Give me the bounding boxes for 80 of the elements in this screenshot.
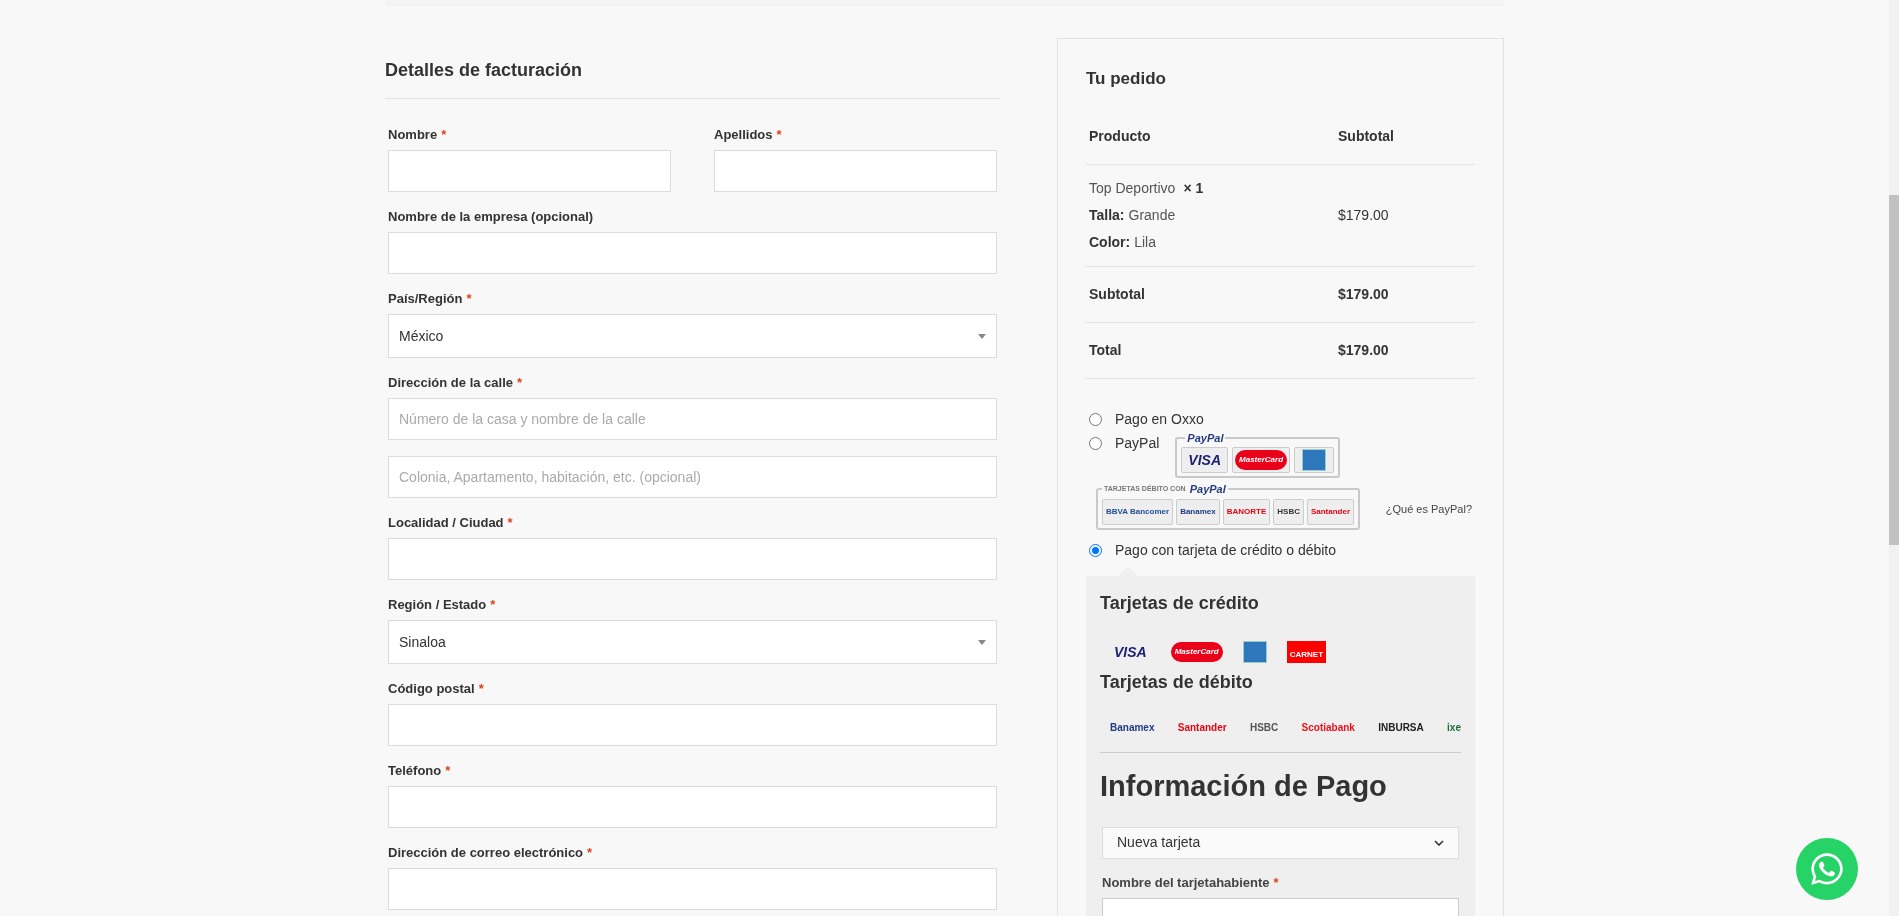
saved-card-select[interactable]: Nueva tarjeta <box>1102 826 1459 859</box>
field-label: Nombre del tarjetahabiente <box>1102 873 1270 892</box>
field-label: País/Región <box>388 290 463 309</box>
required-mark: * <box>490 596 496 615</box>
field-label: Teléfono <box>388 762 442 781</box>
product-name: Top Deportivo <box>1089 179 1176 198</box>
payment-info-title: Información de Pago <box>1100 769 1388 804</box>
field-label: Localidad / Ciudad <box>388 514 504 533</box>
field-label: Código postal <box>388 680 475 699</box>
bank-logo: INBURSA <box>1378 720 1424 735</box>
what-is-paypal-link[interactable]: ¿Qué es PayPal? <box>1385 500 1472 518</box>
column-header: Subtotal <box>1338 127 1394 146</box>
input-field[interactable] <box>388 232 997 274</box>
bank-logo: HSBC <box>1273 499 1304 525</box>
bank-logo: BBVA Bancomer <box>1102 499 1174 525</box>
field-label: Dirección de correo electrónico <box>388 844 584 863</box>
total-label: Subtotal <box>1089 285 1146 304</box>
bank-logo: ixe <box>1447 720 1461 735</box>
bank-logo: Scotiabank <box>1301 720 1355 735</box>
visa-logo: VISA <box>1187 450 1223 470</box>
required-mark: * <box>466 290 472 309</box>
bank-logo: Banamex <box>1110 720 1155 735</box>
required-mark: * <box>776 126 782 145</box>
bank-logo: Banamex <box>1176 499 1220 525</box>
column-header: Producto <box>1089 127 1152 146</box>
payment-method-label[interactable]: Pago con tarjeta de crédito o débito <box>1115 539 1337 561</box>
order-title: Tu pedido <box>1086 69 1167 89</box>
required-mark: * <box>1273 873 1279 892</box>
chevron-down-icon <box>1434 839 1444 846</box>
field-label: Dirección de la calle <box>388 374 513 393</box>
attribute-value: Lila <box>1134 233 1156 252</box>
visa-logo: VISA <box>1113 642 1148 662</box>
amex-logo <box>1302 449 1327 471</box>
attribute-value: Grande <box>1128 206 1176 225</box>
radio-button[interactable] <box>1089 412 1102 426</box>
bank-logo: HSBC <box>1249 720 1279 735</box>
input-field[interactable] <box>388 786 997 828</box>
required-mark: * <box>445 762 451 781</box>
mastercard-logo: MasterCard <box>1170 642 1223 662</box>
section-title: Detalles de facturación <box>385 58 584 82</box>
total-label: Total <box>1089 341 1123 360</box>
bank-logo: Santander <box>1306 499 1355 525</box>
required-mark: * <box>587 844 593 863</box>
mastercard-logo: MasterCard <box>1235 450 1288 470</box>
total-value: $179.00 <box>1338 285 1389 304</box>
input-field[interactable] <box>388 868 997 910</box>
bank-logo: Santander <box>1177 720 1227 735</box>
field-label: Región / Estado <box>388 596 487 615</box>
product-subtotal: $179.00 <box>1338 206 1389 225</box>
input-field[interactable] <box>388 150 671 192</box>
debit-cards-title: Tarjetas de débito <box>1100 671 1254 694</box>
required-mark: * <box>441 126 447 145</box>
scrollbar[interactable] <box>1889 0 1899 916</box>
carnet-logo: CARNET <box>1286 641 1327 663</box>
dropdown-caret-icon <box>978 639 986 645</box>
required-mark: * <box>478 680 484 699</box>
total-value: $179.00 <box>1338 341 1389 360</box>
input-field[interactable]: Colonia, Apartamento, habitación, etc. (opcional) <box>388 456 997 498</box>
credit-cards-title: Tarjetas de crédito <box>1100 592 1260 615</box>
whatsapp-icon <box>1809 851 1845 887</box>
field-label: Nombre <box>388 126 438 145</box>
radio-button[interactable] <box>1089 436 1102 450</box>
field-label: Nombre de la empresa (opcional) <box>388 208 594 227</box>
select-field[interactable]: México <box>388 314 997 358</box>
payment-method-label[interactable]: Pago en Oxxo <box>1115 408 1204 430</box>
attribute-name: Color: <box>1089 233 1131 252</box>
required-mark: * <box>517 374 523 393</box>
dropdown-caret-icon <box>978 333 986 339</box>
payment-method-label[interactable]: PayPal <box>1115 432 1160 454</box>
required-mark: * <box>507 514 513 533</box>
select-field[interactable]: Sinaloa <box>388 620 997 664</box>
field-label: Apellidos <box>714 126 773 145</box>
amex-logo <box>1242 641 1267 663</box>
bank-logo: BANORTE <box>1222 499 1271 525</box>
input-field[interactable] <box>714 150 997 192</box>
input-field[interactable] <box>388 538 997 580</box>
attribute-name: Talla: <box>1089 206 1125 225</box>
input-field[interactable]: Número de la casa y nombre de la calle <box>388 398 997 440</box>
input-field[interactable] <box>388 704 997 746</box>
product-quantity: × 1 <box>1183 179 1204 198</box>
